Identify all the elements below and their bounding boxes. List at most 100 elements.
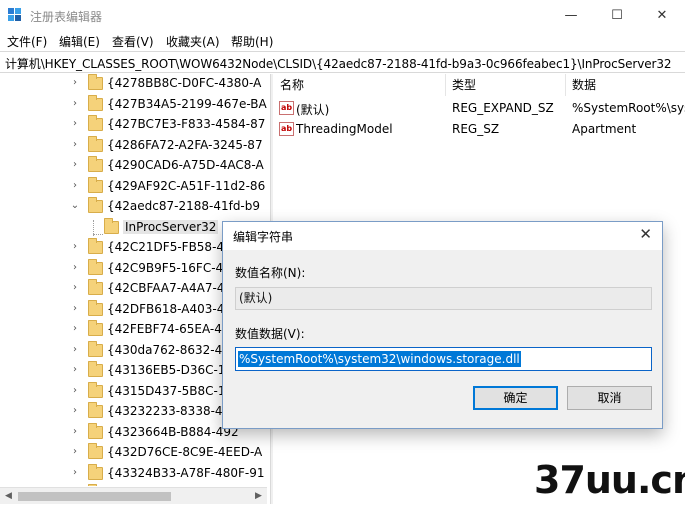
tree-item[interactable]: › {4290CAD6-A75D-4AC8-A — [0, 156, 267, 176]
value-name: ThreadingModel — [296, 122, 393, 136]
expand-arrow-icon[interactable]: › — [70, 364, 80, 375]
tree-item-label: {43232233-8338-465 — [107, 404, 238, 418]
column-header-type[interactable]: 类型 — [446, 74, 566, 96]
tree-item-label: {43136EB5-D36C-11 — [107, 363, 234, 377]
tree-item-label: {4323664B-B884-492 — [107, 424, 239, 439]
tree-item[interactable]: › {427BC7E3-F833-4584-87 — [0, 115, 267, 135]
menu-favorites[interactable]: 收藏夹(A) — [166, 33, 220, 50]
folder-icon — [88, 381, 103, 398]
string-value-icon: ab — [279, 122, 294, 136]
folder-icon — [88, 135, 103, 152]
folder-icon — [104, 217, 119, 234]
tree-item-label: {427BC7E3-F833-4584-87 — [107, 117, 266, 131]
folder-icon — [88, 197, 103, 213]
expand-arrow-icon[interactable]: › — [70, 118, 80, 129]
expand-arrow-icon[interactable]: › — [70, 262, 80, 273]
tree-item[interactable]: › {427B34A5-2199-467e-BA — [0, 94, 267, 115]
folder-icon — [88, 258, 103, 275]
folder-icon — [88, 176, 103, 193]
tree-item-label: {429AF92C-A51F-11d2-86 — [107, 178, 266, 193]
registry-editor-icon — [8, 8, 21, 21]
tree-item-label: {432D76CE-8C9E-4EED-A — [107, 445, 263, 459]
dialog-close-button[interactable]: ✕ — [639, 225, 652, 243]
column-header-name[interactable]: 名称 — [274, 74, 446, 96]
dialog-title: 编辑字符串 — [233, 230, 294, 244]
folder-icon — [88, 94, 103, 111]
string-value-icon: ab — [279, 101, 294, 115]
value-row[interactable]: ab ThreadingModel REG_SZ Apartment — [274, 119, 685, 139]
tree-horizontal-scrollbar[interactable]: ◀ ▶ — [0, 487, 267, 504]
expand-arrow-icon[interactable]: › — [70, 282, 80, 293]
menu-help[interactable]: 帮助(H) — [231, 33, 273, 50]
tree-item-label: {427B34A5-2199-467e-BA — [107, 96, 267, 111]
value-name-label: 数值名称(N): — [235, 266, 306, 280]
close-button[interactable]: ✕ — [639, 0, 685, 31]
address-path[interactable]: 计算机\HKEY_CLASSES_ROOT\WOW6432Node\CLSID\… — [5, 55, 672, 72]
expand-arrow-icon[interactable]: › — [70, 159, 80, 170]
tree-item-label: {42FEBF74-65EA-4D2 — [107, 322, 239, 336]
tree-item-label: {42aedc87-2188-41fd-b9 — [107, 199, 261, 213]
tree-item-label: {42DFB618-A403-44 — [107, 301, 232, 316]
value-row[interactable]: ab (默认) REG_EXPAND_SZ %SystemRoot%\sys — [274, 98, 685, 118]
column-header-data[interactable]: 数据 — [566, 74, 685, 96]
expand-arrow-icon[interactable]: › — [70, 303, 80, 314]
tree-item-label: InProcServer32 — [123, 219, 219, 234]
tree-item-label: {43324B33-A78F-480F-91 — [107, 465, 265, 480]
maximize-button[interactable]: ☐ — [594, 0, 640, 31]
tree-item[interactable]: › {4278BB8C-D0FC-4380-A — [0, 74, 267, 94]
collapse-arrow-icon[interactable]: ⌄ — [70, 200, 80, 211]
ok-button[interactable]: 确定 — [473, 386, 558, 410]
tree-item[interactable]: › {43324B33-A78F-480F-91 — [0, 463, 267, 484]
expand-arrow-icon[interactable]: › — [70, 426, 80, 437]
cancel-button[interactable]: 取消 — [567, 386, 652, 410]
value-data-label: 数值数据(V): — [235, 327, 305, 341]
value-type: REG_EXPAND_SZ — [452, 101, 554, 115]
folder-icon — [88, 279, 103, 295]
folder-icon — [88, 299, 103, 316]
expand-arrow-icon[interactable]: › — [70, 446, 80, 457]
menu-view[interactable]: 查看(V) — [112, 33, 154, 50]
value-name-field: (默认) — [235, 287, 652, 310]
tree-item[interactable]: ⌄ {42aedc87-2188-41fd-b9 — [0, 197, 267, 217]
tree-item-label: {4290CAD6-A75D-4AC8-A — [107, 158, 264, 172]
value-data: Apartment — [572, 122, 637, 136]
expand-arrow-icon[interactable]: › — [70, 77, 80, 88]
menu-bar: 文件(F) 编辑(E) 查看(V) 收藏夹(A) 帮助(H) — [0, 31, 685, 51]
tree-item-label: {4315D437-5B8C-11 — [107, 383, 234, 398]
folder-icon — [88, 340, 103, 357]
tree-item[interactable]: › {429AF92C-A51F-11d2-86 — [0, 176, 267, 197]
scroll-right-icon[interactable]: ▶ — [255, 491, 262, 501]
folder-icon — [88, 156, 103, 172]
folder-icon — [88, 320, 103, 336]
dialog-body: 数值名称(N): (默认) 数值数据(V): %SystemRoot%\syst… — [223, 250, 662, 428]
scrollbar-thumb[interactable] — [18, 492, 171, 501]
tree-item-label: {430da762-8632-484 — [107, 342, 238, 357]
menu-file[interactable]: 文件(F) — [7, 33, 47, 50]
title-bar: 注册表编辑器 — ☐ ✕ — [0, 0, 685, 31]
menu-edit[interactable]: 编辑(E) — [59, 33, 100, 50]
address-bar[interactable]: 计算机\HKEY_CLASSES_ROOT\WOW6432Node\CLSID\… — [0, 51, 685, 73]
expand-arrow-icon[interactable]: › — [70, 385, 80, 396]
edit-string-dialog: 编辑字符串 ✕ 数值名称(N): (默认) 数值数据(V): %SystemRo… — [222, 221, 663, 429]
folder-icon — [88, 74, 103, 90]
tree-item[interactable]: ›{4333fd20-ca5f-4095-a53 — [0, 484, 267, 486]
tree-item[interactable]: › {4286FA72-A2FA-3245-87 — [0, 135, 267, 156]
expand-arrow-icon[interactable]: › — [70, 467, 80, 478]
expand-arrow-icon[interactable]: › — [70, 180, 80, 191]
value-data-input[interactable]: %SystemRoot%\system32\windows.storage.dl… — [235, 347, 652, 371]
tree-item-label: {42CBFAA7-A4A7-47 — [107, 281, 233, 295]
expand-arrow-icon[interactable]: › — [70, 405, 80, 416]
expand-arrow-icon[interactable]: › — [70, 98, 80, 109]
tree-item-label: {42C9B9F5-16FC-47e — [107, 260, 239, 275]
scroll-left-icon[interactable]: ◀ — [5, 491, 12, 501]
expand-arrow-icon[interactable]: › — [70, 241, 80, 252]
value-name: (默认) — [296, 103, 330, 117]
window-title: 注册表编辑器 — [30, 10, 103, 24]
expand-arrow-icon[interactable]: › — [70, 344, 80, 355]
tree-item[interactable]: › {432D76CE-8C9E-4EED-A — [0, 443, 267, 463]
minimize-button[interactable]: — — [548, 0, 594, 31]
expand-arrow-icon[interactable]: › — [70, 139, 80, 150]
folder-icon — [88, 463, 103, 480]
expand-arrow-icon[interactable]: › — [70, 323, 80, 334]
value-data-text[interactable]: %SystemRoot%\system32\windows.storage.dl… — [238, 351, 521, 367]
